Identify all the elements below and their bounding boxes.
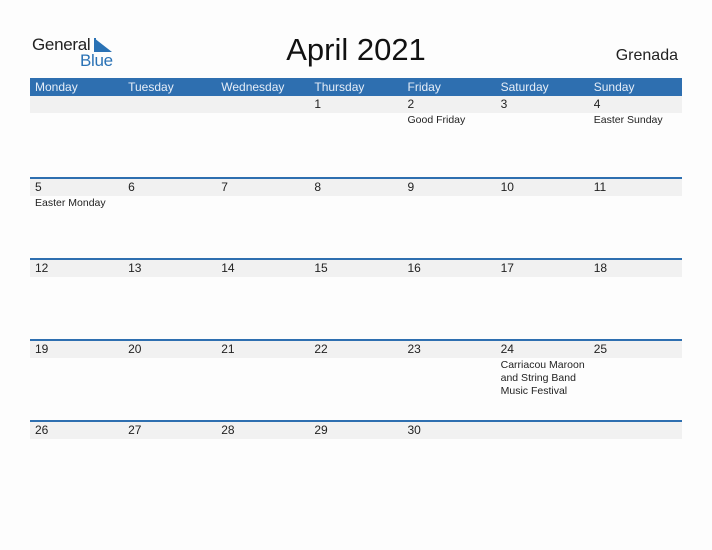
weekday-sunday: Sunday (593, 80, 635, 94)
day-number: 17 (500, 261, 514, 275)
day-number: 11 (593, 180, 607, 194)
day-cell[interactable]: 23 (403, 341, 496, 420)
day-cell[interactable]: 10 (496, 179, 589, 258)
day-number: 15 (314, 261, 328, 275)
day-cell[interactable]: 30 (403, 422, 496, 501)
day-cell[interactable]: 29 (309, 422, 402, 501)
day-number: 29 (314, 423, 328, 437)
day-cell[interactable]: 7 (216, 179, 309, 258)
day-cell[interactable]: 13 (123, 260, 216, 339)
day-cell[interactable] (216, 96, 309, 177)
holiday-event: Easter Monday (35, 197, 106, 209)
day-cell[interactable]: 15 (309, 260, 402, 339)
week-row: 5 Easter Monday 6 7 8 9 10 11 (30, 177, 682, 258)
day-cell[interactable]: 8 (309, 179, 402, 258)
day-number (128, 96, 216, 113)
weekday-tuesday: Tuesday (128, 80, 174, 94)
day-number: 18 (593, 261, 608, 275)
day-number: 6 (128, 180, 135, 194)
day-number: 2 (407, 97, 415, 111)
day-cell[interactable]: 12 (30, 260, 123, 339)
day-number: 5 (35, 180, 42, 194)
day-cell[interactable] (496, 422, 589, 501)
calendar: Monday Tuesday Wednesday Thursday Friday… (30, 78, 682, 501)
day-cell[interactable]: 22 (309, 341, 402, 420)
day-cell[interactable]: 18 (589, 260, 682, 339)
day-number: 28 (221, 423, 235, 437)
day-cell[interactable]: 1 (309, 96, 402, 177)
holiday-event: Easter Sunday (593, 114, 663, 126)
day-cell[interactable]: 26 (30, 422, 123, 501)
day-cell[interactable]: 27 (123, 422, 216, 501)
weekday-wednesday: Wednesday (221, 80, 285, 94)
day-number: 30 (407, 423, 421, 437)
week-row: 26 27 28 29 30 (30, 420, 682, 501)
day-number: 4 (593, 97, 601, 111)
day-cell[interactable]: 9 (403, 179, 496, 258)
day-number: 27 (128, 423, 142, 437)
week-row: 12 13 14 15 16 17 18 (30, 258, 682, 339)
weekday-saturday: Saturday (500, 80, 549, 94)
day-cell[interactable] (123, 96, 216, 177)
week-row: 1 2 Good Friday 3 4 Easter Sunday (30, 96, 682, 177)
day-cell[interactable]: 6 (123, 179, 216, 258)
day-cell[interactable]: 19 (30, 341, 123, 420)
day-number (35, 96, 123, 113)
day-cell[interactable]: 21 (216, 341, 309, 420)
day-number (594, 422, 682, 439)
day-number: 13 (128, 261, 142, 275)
day-number (501, 422, 589, 439)
holiday-event: Good Friday (407, 114, 466, 126)
day-number: 14 (221, 261, 235, 275)
day-number: 20 (128, 342, 142, 356)
day-cell[interactable]: 14 (216, 260, 309, 339)
day-cell[interactable] (30, 96, 123, 177)
day-number (221, 96, 309, 113)
weekday-thursday: Thursday (314, 80, 365, 94)
day-cell[interactable]: 4 Easter Sunday (589, 96, 682, 177)
day-number: 22 (314, 342, 328, 356)
day-number: 12 (35, 261, 49, 275)
day-number: 7 (221, 180, 228, 194)
weeks-container: 1 2 Good Friday 3 4 Easter Sunday 5 Easter Mond… (30, 96, 682, 501)
weekday-friday: Friday (407, 80, 441, 94)
day-number: 8 (314, 180, 322, 194)
day-cell[interactable]: 11 (589, 179, 682, 258)
page-title: April 2021 (286, 32, 426, 67)
day-cell[interactable]: 17 (496, 260, 589, 339)
day-number: 26 (35, 423, 49, 437)
holiday-event: Carriacou Maroon and String Band Music F… (500, 359, 585, 397)
day-number: 3 (500, 97, 508, 111)
day-cell[interactable]: 2 Good Friday (403, 96, 496, 177)
day-number: 23 (407, 342, 421, 356)
day-cell[interactable]: 5 Easter Monday (30, 179, 123, 258)
country-label: Grenada (615, 47, 678, 64)
day-cell[interactable]: 20 (123, 341, 216, 420)
day-number: 19 (35, 342, 49, 356)
day-cell[interactable]: 24 Carriacou Maroon and String Band Music… (496, 341, 589, 420)
day-number: 10 (500, 180, 514, 194)
day-cell[interactable] (589, 422, 682, 501)
day-number: 25 (593, 342, 608, 356)
week-row: 19 20 21 22 23 24 Carriacou Maroon and String … (30, 339, 682, 420)
weekday-monday: Monday (35, 80, 78, 94)
day-cell[interactable]: 25 (589, 341, 682, 420)
day-cell[interactable]: 28 (216, 422, 309, 501)
day-number: 9 (407, 180, 415, 194)
day-number: 1 (314, 97, 322, 111)
day-number: 24 (500, 342, 514, 356)
day-number: 16 (407, 261, 421, 275)
day-number: 21 (221, 342, 235, 356)
weekday-header: Monday Tuesday Wednesday Thursday Friday… (30, 78, 682, 96)
day-cell[interactable]: 16 (403, 260, 496, 339)
day-cell[interactable]: 3 (496, 96, 589, 177)
